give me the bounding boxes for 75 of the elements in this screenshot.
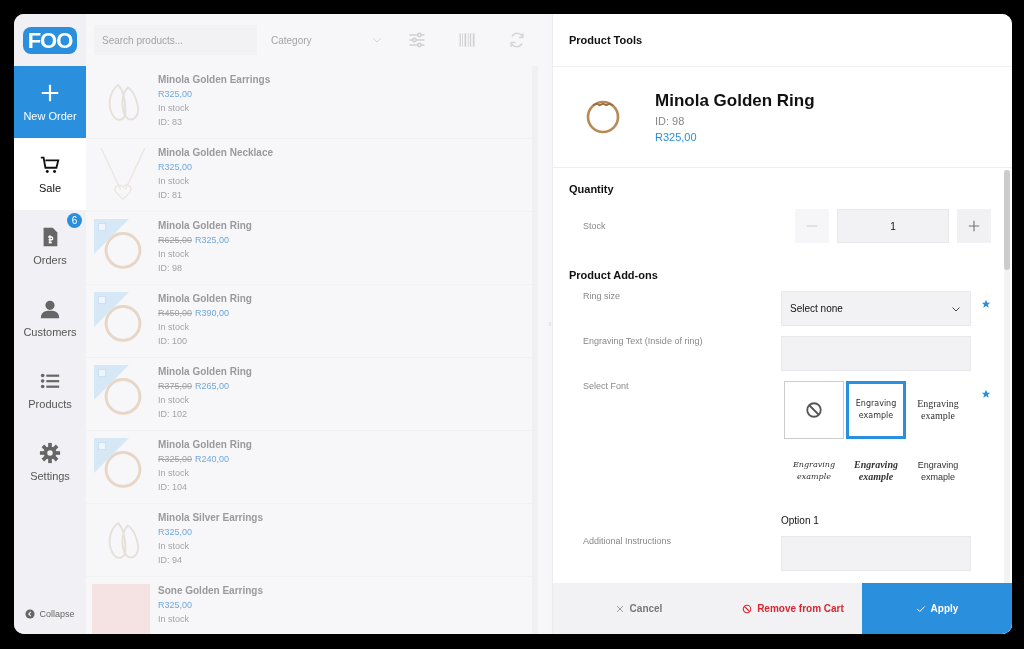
panel-title: Product Tools	[553, 14, 1012, 67]
count-badge: 6	[67, 213, 82, 228]
product-id: ID: 81	[158, 189, 183, 202]
section-heading: Product Add-ons	[569, 269, 659, 281]
product-price: R325,00	[158, 88, 194, 101]
stock-status: In stock	[158, 102, 190, 115]
stock-status: In stock	[158, 175, 190, 188]
product-price: R325,00	[158, 526, 194, 539]
stock-status: In stock	[158, 540, 190, 553]
checkmark-icon	[915, 603, 926, 614]
increment-button[interactable]	[957, 209, 991, 243]
logo: FOO	[22, 26, 78, 54]
person-icon	[39, 298, 61, 320]
stock-status: In stock	[158, 467, 190, 480]
ring-size-dropdown[interactable]: Select none	[781, 291, 971, 326]
field-label: Ring size	[582, 291, 621, 303]
collapse-button[interactable]: Collapse	[25, 594, 75, 634]
plus-icon	[39, 82, 61, 104]
stock-status: In stock	[158, 248, 190, 261]
product-name: Minola Golden Ring	[158, 365, 252, 379]
field-label: Select Font	[582, 381, 630, 393]
quantity-field[interactable]: 1	[837, 209, 949, 243]
stock-status: In stock	[158, 613, 190, 626]
font-option[interactable]: Engraving example	[846, 381, 906, 439]
product-price: R450,00 R390,00	[158, 307, 231, 320]
nav-item[interactable]: Customers	[14, 282, 86, 354]
product-price: R325,00	[158, 599, 194, 612]
close-icon	[614, 603, 625, 614]
product-name: Minola Silver Earrings	[158, 511, 264, 525]
product-id: ID: 94	[158, 554, 183, 567]
no-entry-icon	[742, 603, 753, 614]
nav-item[interactable]: Products	[14, 354, 86, 426]
product-name: Minola Golden Ring	[158, 292, 252, 306]
field-label: Stock	[582, 221, 607, 231]
font-option[interactable]	[784, 381, 844, 439]
option-caption: Option 1	[781, 515, 820, 526]
product-price: R375,00 R265,00	[158, 380, 231, 393]
decrement-button[interactable]	[795, 209, 829, 243]
no-entry-icon	[805, 401, 823, 419]
product-id: ID: 98	[655, 115, 686, 127]
product-name: Minola Golden Earrings	[158, 73, 271, 87]
nav-item[interactable]: New Order	[14, 66, 86, 138]
nav-item[interactable]: Sale	[14, 138, 86, 210]
refresh-icon	[507, 30, 527, 50]
nav-item[interactable]: Orders 6	[14, 210, 86, 282]
nav-item[interactable]: Settings	[14, 426, 86, 498]
section-heading: Quantity	[569, 183, 615, 195]
cart-icon	[39, 154, 61, 176]
settings-icon	[39, 442, 61, 464]
product-name: Minola Golden Ring	[158, 219, 252, 233]
field-label: Engraving Text (Inside of ring)	[582, 336, 704, 348]
product-name: Minola Golden Ring	[655, 91, 815, 111]
product-price: R325,00	[655, 131, 698, 143]
product-id: ID: 98	[158, 262, 183, 275]
product-price: R325,00	[158, 161, 194, 174]
product-name: Minola Golden Ring	[158, 438, 252, 452]
chevron-left-icon	[25, 609, 36, 619]
product-name: Sone Golden Earrings	[158, 584, 264, 598]
scrollbar-thumb[interactable]	[1004, 170, 1010, 270]
apply-button[interactable]: Apply	[862, 583, 1012, 634]
product-id: ID: 102	[158, 408, 189, 421]
product-price: R325,00 R240,00	[158, 453, 231, 466]
plus-icon	[967, 219, 981, 233]
product-id: ID: 104	[158, 481, 189, 494]
photo-placeholder	[92, 584, 150, 634]
product-price: R625,00 R325,00	[158, 234, 231, 247]
product-id: ID: 83	[158, 116, 183, 129]
filter-sliders-icon	[407, 30, 427, 50]
search-field[interactable]: Search products...	[94, 25, 257, 55]
field-label: Additional Instructions	[582, 536, 673, 548]
stock-status: In stock	[158, 394, 190, 407]
product-id: ID: 100	[158, 335, 189, 348]
stock-status: In stock	[158, 321, 190, 334]
barcode-icon	[457, 30, 477, 50]
product-name: Minola Golden Necklace	[158, 146, 274, 160]
